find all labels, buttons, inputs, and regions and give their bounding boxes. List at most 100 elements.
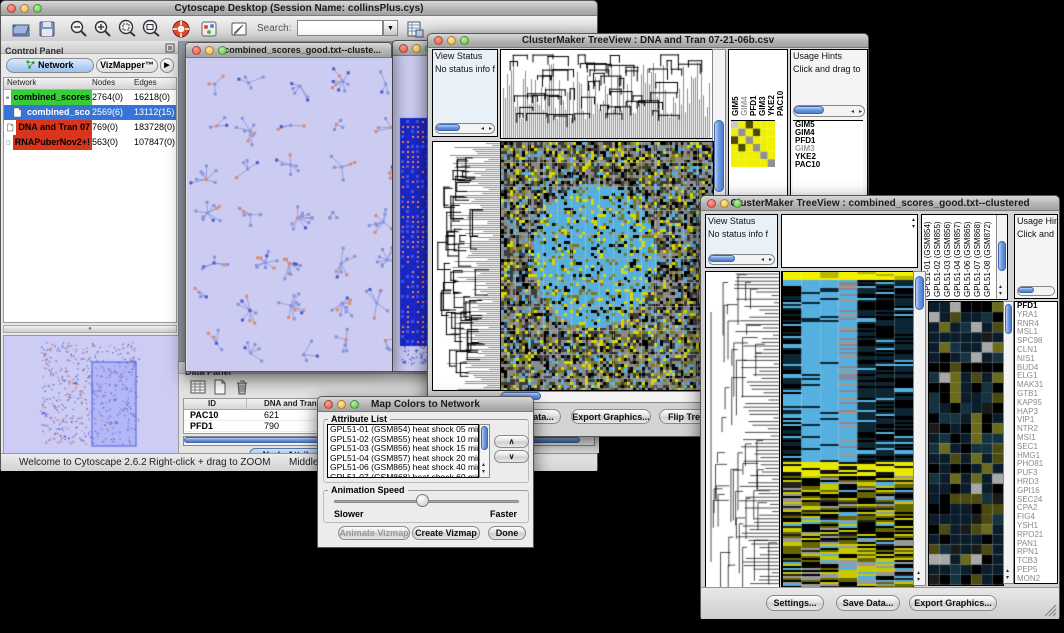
close-button[interactable] — [7, 4, 16, 13]
dialog-button-create-vizmap[interactable]: Create Vizmap — [412, 526, 480, 540]
tv1-column-dendrogram[interactable] — [500, 49, 714, 139]
tv1-view-status-text: No status info f — [433, 63, 497, 76]
tv2-usage-hscrollbar[interactable] — [1017, 286, 1055, 296]
zoom-selected-icon[interactable] — [117, 19, 137, 39]
zoom-button[interactable] — [218, 46, 227, 55]
status-welcome: Welcome to Cytoscape 2.6.2 — [19, 457, 147, 468]
close-button[interactable] — [399, 44, 408, 53]
treeview2-titlebar[interactable]: ClusterMaker TreeView : combined_scores_… — [701, 196, 1059, 211]
array-label[interactable]: GPL51-04 (GSM857) — [954, 217, 962, 297]
tv1-usage-hscrollbar[interactable]: ◂▸ — [793, 105, 865, 117]
attribute-list-item[interactable]: GPL51-07 (GSM868) heat shock 60 min — [328, 473, 478, 479]
network-table-row[interactable]: RNAPuberNov2+!563(0)107847(0) — [4, 135, 176, 150]
col-edges[interactable]: Edges — [134, 78, 157, 87]
tv1-global-matrix[interactable] — [731, 120, 775, 167]
tv2-usage-title: Usage Hints — [1015, 215, 1057, 228]
zoom-out-icon[interactable] — [69, 19, 89, 39]
array-label[interactable]: GPL51-02 (GSM855) — [934, 217, 942, 297]
array-label[interactable]: PFD1 — [750, 52, 758, 116]
tv1-button-export-graphics-[interactable]: Export Graphics... — [571, 409, 651, 424]
attribute-select-icon[interactable] — [189, 378, 207, 396]
gene-label[interactable]: PAC10 — [793, 161, 863, 169]
datacol-id[interactable]: ID — [208, 399, 216, 408]
open-file-icon[interactable] — [11, 19, 31, 39]
tv2-button-save-data-[interactable]: Save Data... — [836, 595, 900, 611]
array-label[interactable]: GPL51-06 (GSM865) — [964, 217, 972, 297]
tv2-heatmap-vscrollbar[interactable]: ▴▾ — [913, 271, 926, 586]
tab-vizmapper[interactable]: VizMapper™ — [96, 58, 158, 73]
zoom-button[interactable] — [350, 400, 359, 409]
tv2-labels-vscrollbar[interactable]: ▴▾ — [996, 215, 1007, 299]
close-button[interactable] — [707, 199, 716, 208]
tv1-gene-dendrogram[interactable] — [432, 141, 502, 391]
zoom-button[interactable] — [733, 199, 742, 208]
resize-grip[interactable] — [1044, 604, 1057, 617]
array-label[interactable]: GPL51-08 (GSM872) — [984, 217, 992, 297]
delete-attribute-icon[interactable] — [233, 378, 251, 396]
array-label[interactable]: GPL51-07 (GSM868) — [974, 217, 982, 297]
zoom-button[interactable] — [33, 4, 42, 13]
speed-slider-thumb[interactable] — [416, 494, 429, 507]
new-attribute-icon[interactable] — [211, 378, 229, 396]
vizmapper-icon[interactable] — [199, 19, 219, 39]
zoom-in-icon[interactable] — [93, 19, 113, 39]
dialog-button-animate-vizmap: Animate Vizmap — [338, 526, 410, 540]
gene-label[interactable]: MON2 — [1015, 575, 1057, 584]
move-up-button[interactable]: ∧ — [494, 435, 529, 448]
tv2-button-export-graphics-[interactable]: Export Graphics... — [909, 595, 997, 611]
array-label[interactable]: PAC10 — [777, 52, 785, 116]
tv2-status-hscrollbar[interactable]: ◂▸ — [708, 254, 775, 265]
minimize-button[interactable] — [205, 46, 214, 55]
move-down-button[interactable]: ∨ — [494, 450, 529, 463]
network1-titlebar[interactable]: combined_scores_good.txt--cluste... — [186, 43, 391, 58]
array-label[interactable]: YKE2 — [768, 52, 776, 116]
array-label[interactable]: GIM4 — [741, 52, 749, 116]
import-table-icon[interactable] — [405, 19, 425, 39]
tab-overflow-button[interactable]: ▶ — [160, 58, 174, 73]
search-dropdown-button[interactable]: ▼ — [383, 20, 398, 36]
network-table-row[interactable]: combined_sco2569(6)13112(15) — [4, 105, 176, 120]
treeview1-title: ClusterMaker TreeView : DNA and Tran 07-… — [522, 35, 774, 46]
close-button[interactable] — [192, 46, 201, 55]
save-icon[interactable] — [37, 19, 57, 39]
panel-splitter[interactable]: ● — [3, 325, 177, 333]
help-icon[interactable] — [171, 19, 191, 39]
array-label[interactable]: GIM5 — [732, 52, 740, 116]
zoom-button[interactable] — [460, 36, 469, 45]
network-table-row[interactable]: combined_scores2764(0)16218(0) — [4, 90, 176, 105]
tv2-genelist-vscrollbar[interactable]: ▴▾ — [1003, 301, 1014, 584]
tv2-button-settings-[interactable]: Settings... — [766, 595, 824, 611]
close-button[interactable] — [434, 36, 443, 45]
network-table-row[interactable]: DNA and Tran 07769(0)183728(0) — [4, 120, 176, 135]
tab-network[interactable]: Network — [6, 58, 94, 73]
tab-network-label: Network — [38, 60, 74, 70]
minimize-button[interactable] — [337, 400, 346, 409]
slower-label: Slower — [334, 509, 364, 519]
tv2-column-tree-area[interactable]: ▴▾ — [781, 214, 918, 268]
col-nodes[interactable]: Nodes — [92, 78, 115, 87]
tv2-zoom-heatmap[interactable] — [928, 301, 1004, 586]
array-label[interactable]: GIM3 — [759, 52, 767, 116]
minimize-button[interactable] — [720, 199, 729, 208]
tv2-heatmap[interactable] — [781, 271, 914, 588]
minimize-button[interactable] — [412, 44, 421, 53]
dialog-titlebar[interactable]: Map Colors to Network — [318, 397, 533, 412]
minimize-button[interactable] — [447, 36, 456, 45]
annotation-icon[interactable] — [229, 19, 249, 39]
close-button[interactable] — [324, 400, 333, 409]
zoom-fit-icon[interactable] — [141, 19, 161, 39]
tv2-gene-dendrogram[interactable] — [705, 271, 780, 588]
birdseye-view[interactable] — [3, 335, 179, 455]
col-network[interactable]: Network — [7, 78, 36, 87]
main-titlebar[interactable]: Cytoscape Desktop (Session Name: collins… — [1, 1, 597, 16]
tv1-status-hscrollbar[interactable]: ◂▸ — [435, 123, 495, 134]
network-canvas-clusters[interactable] — [187, 58, 392, 371]
attribute-list-vscrollbar[interactable]: ▴▾ — [479, 424, 490, 478]
search-input[interactable] — [297, 20, 383, 36]
float-panel-icon[interactable] — [165, 43, 175, 53]
minimize-button[interactable] — [20, 4, 29, 13]
tv1-heatmap[interactable] — [500, 141, 714, 391]
dialog-button-done[interactable]: Done — [488, 526, 526, 540]
treeview1-titlebar[interactable]: ClusterMaker TreeView : DNA and Tran 07-… — [428, 34, 868, 48]
array-label[interactable]: GPL51-03 (GSM856) — [944, 217, 952, 297]
